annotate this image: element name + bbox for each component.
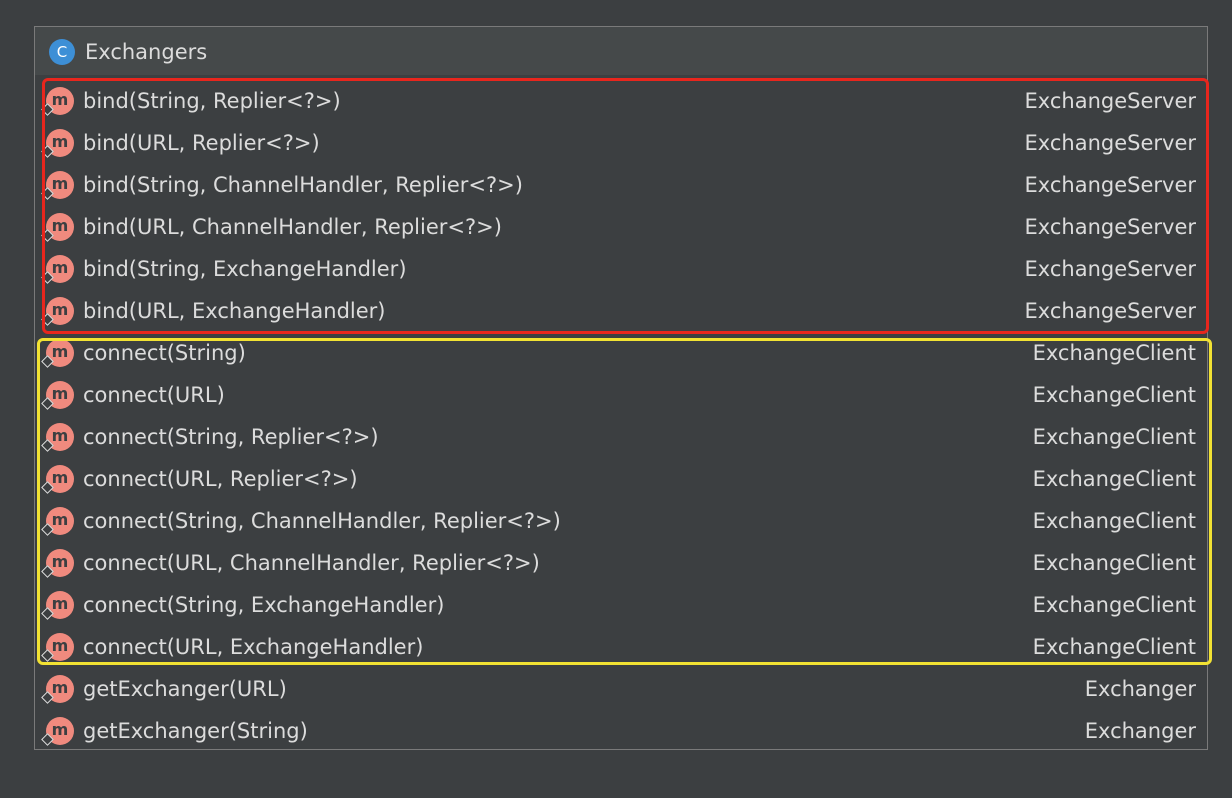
method-signature: bind(URL, ExchangeHandler) xyxy=(83,299,386,323)
method-icon-letter: m xyxy=(51,174,69,193)
method-return-type: ExchangeServer xyxy=(1024,215,1196,239)
method-return-type: ExchangeClient xyxy=(1032,425,1196,449)
method-signature: connect(URL, ChannelHandler, Replier<?>) xyxy=(83,551,540,575)
method-return-type: ExchangeServer xyxy=(1024,89,1196,113)
method-signature: getExchanger(URL) xyxy=(83,677,287,701)
method-signature: connect(String, ExchangeHandler) xyxy=(83,593,445,617)
method-icon: m xyxy=(41,297,74,326)
method-icon: m xyxy=(41,171,74,200)
method-icon-letter: m xyxy=(51,342,69,361)
method-row[interactable]: m bind(URL, ExchangeHandler) ExchangeServe… xyxy=(35,290,1207,332)
method-row[interactable]: m connect(URL, ExchangeHandler) ExchangeCl… xyxy=(35,626,1207,668)
method-return-type: ExchangeClient xyxy=(1032,509,1196,533)
method-icon: m xyxy=(41,255,74,284)
method-row[interactable]: m connect(String, Replier<?>) ExchangeClie… xyxy=(35,416,1207,458)
method-icon: m xyxy=(41,213,74,242)
method-return-type: ExchangeServer xyxy=(1024,299,1196,323)
method-icon-letter: m xyxy=(51,594,69,613)
popup-header: C Exchangers xyxy=(35,27,1207,75)
method-icon: m xyxy=(41,549,74,578)
method-return-type: ExchangeServer xyxy=(1024,131,1196,155)
class-title: Exchangers xyxy=(85,40,208,64)
method-return-type: ExchangeClient xyxy=(1032,383,1196,407)
method-row[interactable]: m bind(String, ExchangeHandler) ExchangeSe… xyxy=(35,248,1207,290)
method-return-type: Exchanger xyxy=(1084,719,1196,743)
method-icon: m xyxy=(41,633,74,662)
method-row[interactable]: m bind(URL, ChannelHandler, Replier<?>) Ex… xyxy=(35,206,1207,248)
method-icon: m xyxy=(41,465,74,494)
method-icon: m xyxy=(41,423,74,452)
method-return-type: Exchanger xyxy=(1084,677,1196,701)
method-signature: connect(URL, ExchangeHandler) xyxy=(83,635,424,659)
method-return-type: ExchangeClient xyxy=(1032,341,1196,365)
method-return-type: ExchangeServer xyxy=(1024,257,1196,281)
method-icon-letter: m xyxy=(51,636,69,655)
method-return-type: ExchangeClient xyxy=(1032,551,1196,575)
method-icon-letter: m xyxy=(51,552,69,571)
method-return-type: ExchangeClient xyxy=(1032,635,1196,659)
method-icon: m xyxy=(41,675,74,704)
method-signature: bind(URL, Replier<?>) xyxy=(83,131,320,155)
method-row[interactable]: m getExchanger(String) Exchanger xyxy=(35,710,1207,752)
method-icon-letter: m xyxy=(51,720,69,739)
method-signature: connect(URL, Replier<?>) xyxy=(83,467,358,491)
method-signature: connect(String) xyxy=(83,341,246,365)
method-row[interactable]: m connect(URL) ExchangeClient xyxy=(35,374,1207,416)
method-return-type: ExchangeClient xyxy=(1032,593,1196,617)
method-icon-letter: m xyxy=(51,132,69,151)
method-return-type: ExchangeClient xyxy=(1032,467,1196,491)
method-return-type: ExchangeServer xyxy=(1024,173,1196,197)
method-signature: connect(String, ChannelHandler, Replier<… xyxy=(83,509,561,533)
class-icon: C xyxy=(49,39,75,65)
method-row[interactable]: m connect(String, ChannelHandler, Replier… xyxy=(35,500,1207,542)
method-signature: bind(String, Replier<?>) xyxy=(83,89,341,113)
method-signature: bind(URL, ChannelHandler, Replier<?>) xyxy=(83,215,502,239)
method-icon-letter: m xyxy=(51,678,69,697)
method-row[interactable]: m bind(URL, Replier<?>) ExchangeServer xyxy=(35,122,1207,164)
method-icon: m xyxy=(41,381,74,410)
method-signature: connect(String, Replier<?>) xyxy=(83,425,379,449)
method-icon-letter: m xyxy=(51,426,69,445)
method-signature: bind(String, ChannelHandler, Replier<?>) xyxy=(83,173,523,197)
method-row[interactable]: m connect(String) ExchangeClient xyxy=(35,332,1207,374)
method-signature: getExchanger(String) xyxy=(83,719,308,743)
method-row[interactable]: m bind(String, ChannelHandler, Replier<?>… xyxy=(35,164,1207,206)
method-row[interactable]: m bind(String, Replier<?>) ExchangeServer xyxy=(35,80,1207,122)
method-icon: m xyxy=(41,339,74,368)
method-icon: m xyxy=(41,129,74,158)
structure-popup: C Exchangers m bind(String, Replier<?>) Ex… xyxy=(34,26,1212,752)
method-icon: m xyxy=(41,717,74,746)
method-icon: m xyxy=(41,507,74,536)
method-icon: m xyxy=(41,591,74,620)
method-signature: connect(URL) xyxy=(83,383,225,407)
method-icon: m xyxy=(41,87,74,116)
method-icon-letter: m xyxy=(51,510,69,529)
method-icon-letter: m xyxy=(51,216,69,235)
method-signature: bind(String, ExchangeHandler) xyxy=(83,257,407,281)
method-row[interactable]: m connect(URL, Replier<?>) ExchangeClient xyxy=(35,458,1207,500)
method-icon-letter: m xyxy=(51,258,69,277)
method-icon-letter: m xyxy=(51,90,69,109)
method-icon-letter: m xyxy=(51,468,69,487)
method-icon-letter: m xyxy=(51,384,69,403)
method-icon-letter: m xyxy=(51,300,69,319)
method-row[interactable]: m getExchanger(URL) Exchanger xyxy=(35,668,1207,710)
method-row[interactable]: m connect(URL, ChannelHandler, Replier<?>… xyxy=(35,542,1207,584)
method-row[interactable]: m connect(String, ExchangeHandler) Exchang… xyxy=(35,584,1207,626)
